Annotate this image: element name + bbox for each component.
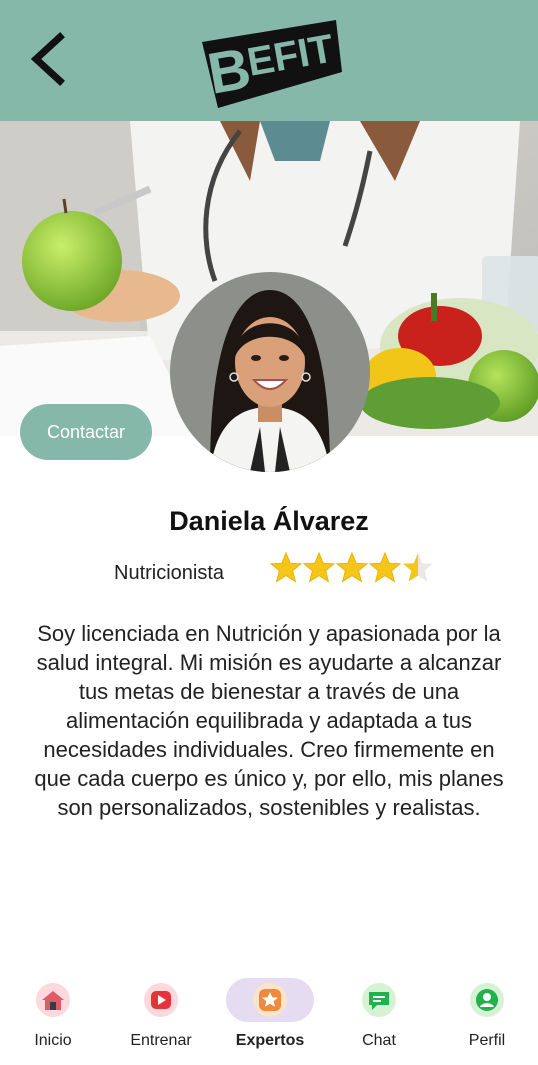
play-icon [144,983,178,1017]
tab-label: Perfil [468,1032,506,1049]
tab-inicio[interactable]: Inicio [3,970,103,1060]
star-icon [303,551,335,583]
star-icon [270,551,302,583]
expert-avatar [170,272,370,472]
chevron-left-icon [30,32,65,86]
chat-icon [362,983,396,1017]
tab-label: Expertos [235,1032,305,1049]
tab-chat[interactable]: Chat [329,970,429,1060]
expert-role: Nutricionista [114,562,225,584]
tab-expertos[interactable]: Expertos [220,970,320,1060]
star-icon [253,983,287,1017]
star-icon [336,551,368,583]
expert-bio: Soy licenciada en Nutrición y apasionada… [34,621,504,820]
tab-label: Entrenar [130,1032,192,1049]
star-half-icon [403,553,433,582]
tab-perfil[interactable]: Perfil [437,970,537,1060]
contact-button[interactable]: Contactar [20,404,152,460]
tab-label: Inicio [34,1032,72,1049]
rating-stars [270,551,434,585]
profile-icon [470,983,504,1017]
back-button[interactable] [26,30,70,88]
app-header: B EFIT [0,0,538,121]
home-icon [36,983,70,1017]
expert-name: Daniela Álvarez [169,506,369,536]
star-icon [369,551,401,583]
befit-logo: B EFIT [202,20,342,108]
tab-label: Chat [362,1032,396,1049]
tab-entrenar[interactable]: Entrenar [111,970,211,1060]
bottom-tab-bar: Inicio Entrenar Expertos Chat Perfil [0,970,538,1065]
